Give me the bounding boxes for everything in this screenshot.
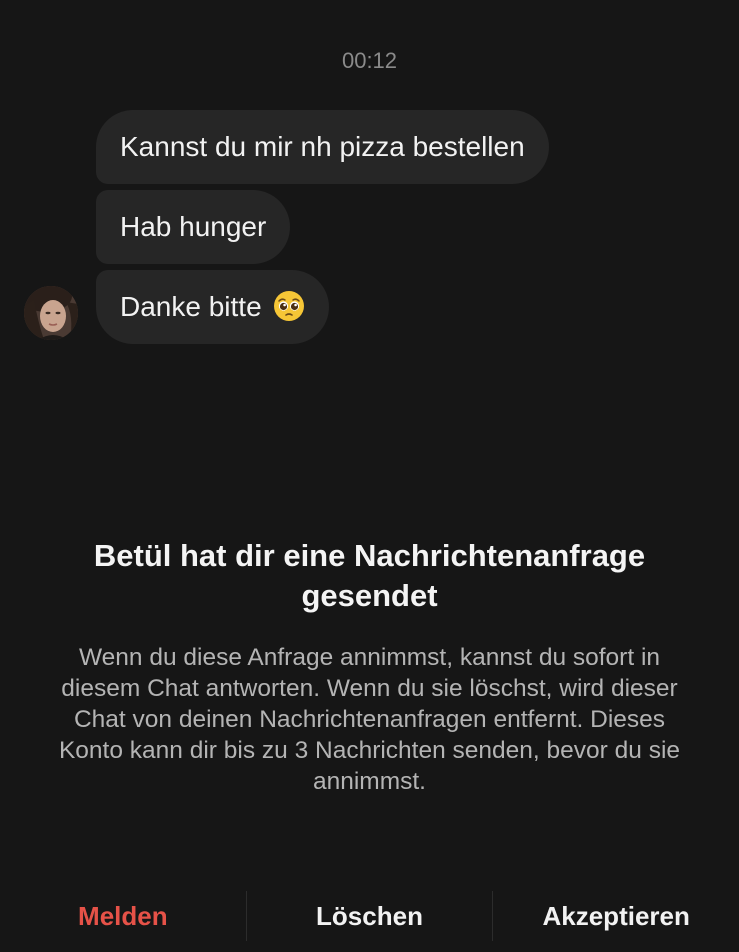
pleading-face-emoji-icon [274, 291, 305, 321]
message-bubble[interactable]: Danke bitte [96, 270, 330, 344]
sender-avatar[interactable] [24, 286, 78, 340]
accept-button[interactable]: Akzeptieren [493, 888, 739, 944]
request-title: Betül hat dir eine Nachrichtenanfrage ge… [93, 538, 646, 613]
request-description: Wenn du diese Anfrage annimmst, kannst d… [58, 644, 681, 795]
message-timestamp: 00:12 [341, 48, 398, 73]
delete-button[interactable]: Löschen [247, 888, 493, 944]
message-bubble[interactable]: Kannst du mir nh pizza bestellen [96, 110, 549, 184]
report-button[interactable]: Melden [0, 888, 246, 944]
message-row: Danke bitte [0, 270, 739, 344]
request-actions: Melden Löschen Akzeptieren [0, 888, 739, 944]
message-row: Kannst du mir nh pizza bestellen [0, 110, 739, 184]
message-text: Danke bitte [120, 291, 262, 322]
message-row: Hab hunger [0, 190, 739, 264]
user-avatar-icon [24, 286, 78, 340]
message-bubble[interactable]: Hab hunger [96, 190, 291, 264]
message-thread: Kannst du mir nh pizza bestellen Hab hun… [0, 110, 739, 350]
